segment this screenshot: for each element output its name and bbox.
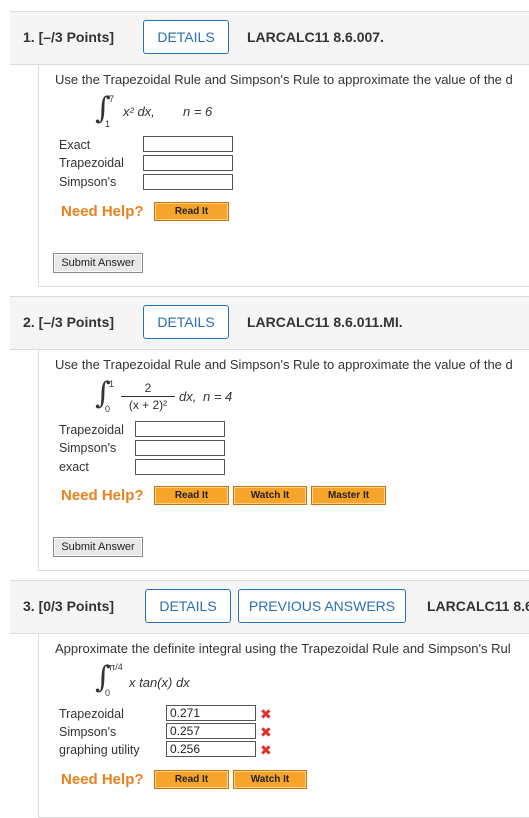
read-it-button[interactable]: Read It <box>154 202 229 221</box>
trapezoidal-input[interactable] <box>143 155 233 171</box>
label-trapezoidal: Trapezoidal <box>59 423 124 437</box>
exact-input[interactable] <box>135 459 225 475</box>
simpsons-input[interactable] <box>135 440 225 456</box>
question-3-points: 3. [0/3 Points] <box>23 598 115 614</box>
upper-limit: 1 <box>109 379 115 389</box>
label-graphing-utility: graphing utility <box>59 743 140 757</box>
submit-answer-button[interactable]: Submit Answer <box>53 253 143 273</box>
need-help-label: Need Help? <box>61 203 144 220</box>
read-it-button[interactable]: Read It <box>154 770 229 789</box>
previous-answers-button[interactable]: PREVIOUS ANSWERS <box>238 589 406 623</box>
upper-limit: 7 <box>109 94 115 104</box>
question-3-header: 3. [0/3 Points] DETAILS PREVIOUS ANSWERS… <box>10 580 529 634</box>
exact-input[interactable] <box>143 136 233 152</box>
question-code: LARCALC11 8.6 <box>427 598 529 614</box>
label-simpsons: Simpson's <box>59 441 117 455</box>
question-2-header: 2. [–/3 Points] DETAILS LARCALC11 8.6.01… <box>10 296 529 350</box>
label-trapezoidal: Trapezoidal <box>59 156 124 170</box>
lower-limit: 1 <box>105 119 111 129</box>
trapezoidal-input[interactable] <box>135 421 225 437</box>
integrand: x tan(x) dx <box>129 675 190 690</box>
incorrect-x-icon: ✖ <box>260 724 272 740</box>
fraction-bar <box>121 396 175 397</box>
label-simpsons: Simpson's <box>59 175 117 189</box>
lower-limit: 0 <box>105 404 111 414</box>
fraction-numerator: 2 <box>144 381 152 395</box>
question-1-header: 1. [–/3 Points] DETAILS LARCALC11 8.6.00… <box>10 11 529 65</box>
label-exact: Exact <box>59 138 91 152</box>
question-3-body: Approximate the definite integral using … <box>38 633 529 818</box>
simpsons-input[interactable]: 0.257 <box>166 723 256 739</box>
graphing-utility-input[interactable]: 0.256 <box>166 741 256 757</box>
trapezoidal-input[interactable]: 0.271 <box>166 705 256 721</box>
watch-it-button[interactable]: Watch It <box>233 486 307 505</box>
label-exact: exact <box>59 460 89 474</box>
details-button[interactable]: DETAILS <box>143 20 229 54</box>
question-code: LARCALC11 8.6.011.MI. <box>247 314 403 330</box>
incorrect-x-icon: ✖ <box>260 706 272 722</box>
question-code: LARCALC11 8.6.007. <box>247 29 384 45</box>
question-1: 1. [–/3 Points] DETAILS LARCALC11 8.6.00… <box>10 11 529 65</box>
watch-it-button[interactable]: Watch It <box>233 770 307 789</box>
submit-answer-button[interactable]: Submit Answer <box>53 537 143 557</box>
question-2-body: Use the Trapezoidal Rule and Simpson's R… <box>38 349 529 571</box>
details-button[interactable]: DETAILS <box>145 589 231 623</box>
question-prompt: Use the Trapezoidal Rule and Simpson's R… <box>55 357 513 372</box>
integrand: x² dx, <box>123 104 155 119</box>
details-button[interactable]: DETAILS <box>143 305 229 339</box>
n-value: n = 6 <box>183 104 213 119</box>
question-prompt: Approximate the definite integral using … <box>55 641 511 656</box>
question-1-body: Use the Trapezoidal Rule and Simpson's R… <box>38 64 529 287</box>
question-3: 3. [0/3 Points] DETAILS PREVIOUS ANSWERS… <box>10 580 529 634</box>
read-it-button[interactable]: Read It <box>154 486 229 505</box>
need-help-label: Need Help? <box>61 487 144 504</box>
upper-limit: π/4 <box>109 662 123 672</box>
question-2-points: 2. [–/3 Points] <box>23 314 115 330</box>
label-simpsons: Simpson's <box>59 725 117 739</box>
need-help-label: Need Help? <box>61 771 144 788</box>
question-1-points: 1. [–/3 Points] <box>23 29 115 45</box>
question-2: 2. [–/3 Points] DETAILS LARCALC11 8.6.01… <box>10 296 529 350</box>
n-value: n = 4 <box>203 389 233 404</box>
master-it-button[interactable]: Master It <box>311 486 386 505</box>
integrand-rest: dx, <box>179 389 197 404</box>
lower-limit: 0 <box>105 688 111 698</box>
question-prompt: Use the Trapezoidal Rule and Simpson's R… <box>55 72 513 87</box>
label-trapezoidal: Trapezoidal <box>59 707 124 721</box>
simpsons-input[interactable] <box>143 174 233 190</box>
fraction-denominator: (x + 2)² <box>128 398 168 412</box>
incorrect-x-icon: ✖ <box>260 742 272 758</box>
